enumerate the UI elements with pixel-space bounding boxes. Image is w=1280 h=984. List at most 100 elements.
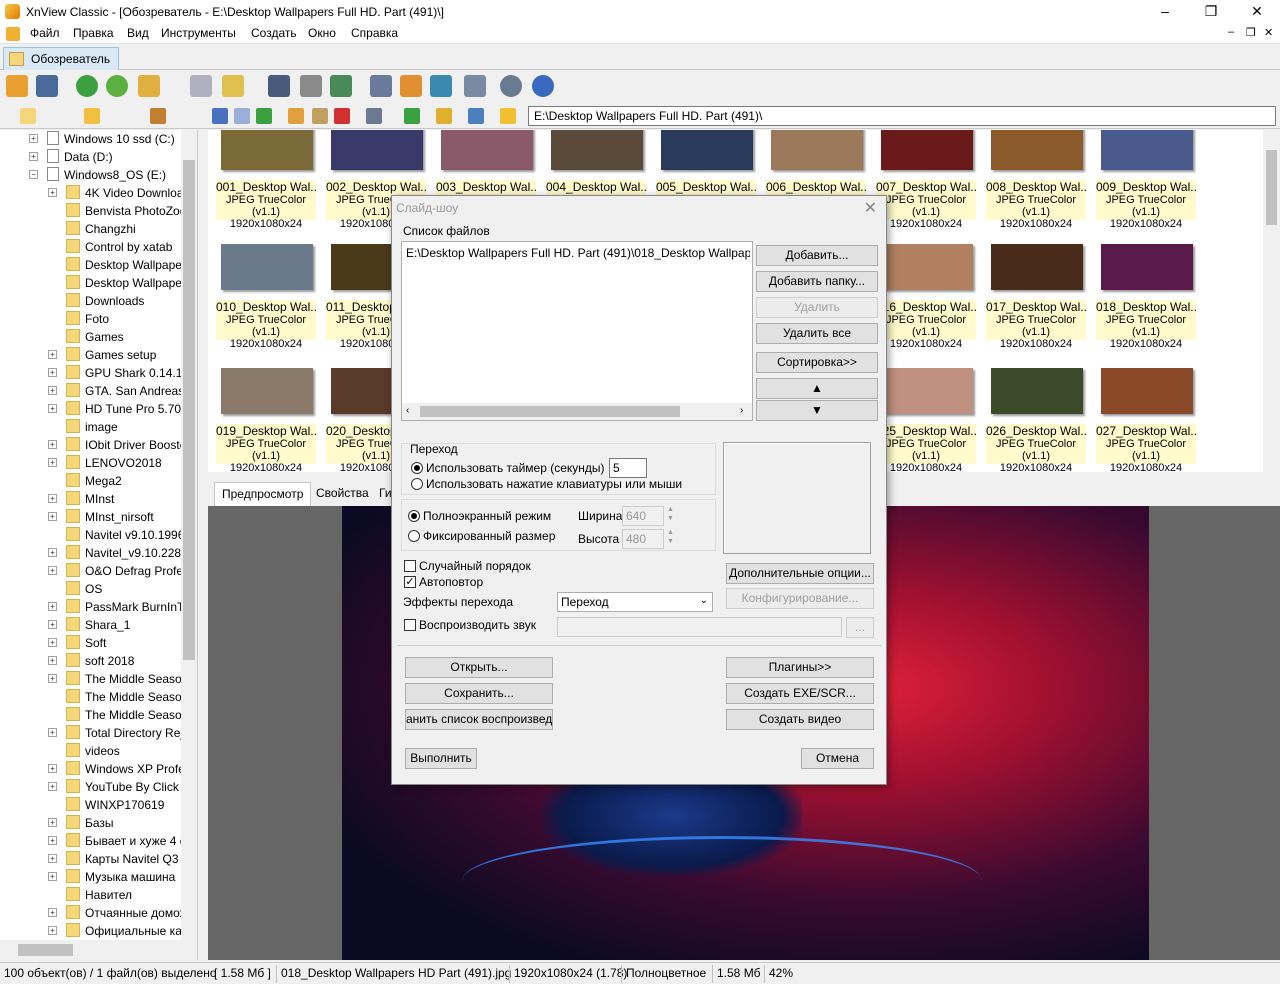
tree-folder-item[interactable]: videos xyxy=(66,742,120,760)
autorepeat-checkbox[interactable]: ✓ xyxy=(404,576,416,588)
tree-folder-item[interactable]: GPU Shark 0.14.1.0 xyxy=(66,364,192,382)
height-spinner[interactable]: ▲ ▼ xyxy=(667,528,674,546)
thumbnail-item[interactable]: 009_Desktop Wal... JPEG TrueColor (v1.1) 1… xyxy=(1096,130,1198,236)
tree-expander[interactable]: + xyxy=(48,404,57,413)
tab-preview[interactable]: Предпросмотр xyxy=(214,482,312,506)
tree-horizontal-scrollbar[interactable] xyxy=(0,940,197,960)
menu-view[interactable]: Вид xyxy=(127,26,149,40)
tree-folder-item[interactable]: Total Directory Rej xyxy=(66,724,183,742)
export-icon[interactable] xyxy=(222,75,244,97)
move-to-icon[interactable] xyxy=(138,75,160,97)
tree-folder-item[interactable]: Mega2 xyxy=(66,472,122,490)
thumbnail-item[interactable]: 027_Desktop Wal... JPEG TrueColor (v1.1) 1… xyxy=(1096,368,1198,472)
menu-window[interactable]: Окно xyxy=(308,26,336,40)
more-options-button[interactable]: Дополнительные опции... xyxy=(726,563,874,584)
tree-drive[interactable]: Windows 10 ssd (C:) xyxy=(47,130,175,148)
delete-icon[interactable] xyxy=(334,108,350,124)
tree-scroll-thumb[interactable] xyxy=(183,160,195,660)
dialog-close-icon[interactable]: ✕ xyxy=(864,198,877,218)
tree-folder-item[interactable]: Навител xyxy=(66,886,132,904)
thumbnail-item[interactable]: 010_Desktop Wal... JPEG TrueColor (v1.1) 1… xyxy=(216,244,318,356)
tree-expander[interactable]: + xyxy=(48,638,57,647)
inner-close-button[interactable]: ✕ xyxy=(1264,26,1273,39)
tree-folder-item[interactable]: The Middle Seaso xyxy=(66,706,182,724)
thumbnail-item[interactable]: 025_Desktop Wal... JPEG TrueColor (v1.1) 1… xyxy=(876,368,978,472)
tree-folder-item[interactable]: Windows XP Profe xyxy=(66,760,185,778)
fullscreen-radio[interactable] xyxy=(408,510,420,522)
tree-expander[interactable]: + xyxy=(48,908,57,917)
tree-expander[interactable]: + xyxy=(48,548,57,557)
menu-file[interactable]: Файл xyxy=(30,26,60,40)
duplicate-icon[interactable] xyxy=(190,75,212,97)
tree-folder-item[interactable]: IObit Driver Booste xyxy=(66,436,186,454)
thumbnail-item[interactable]: 008_Desktop Wal... JPEG TrueColor (v1.1) 1… xyxy=(986,130,1088,236)
use-timer-radio[interactable] xyxy=(411,462,423,474)
tree-expander[interactable]: + xyxy=(48,620,57,629)
tree-expander[interactable]: + xyxy=(48,512,57,521)
tree-expander[interactable]: + xyxy=(29,134,38,143)
move-down-button[interactable]: ▼ xyxy=(756,400,878,421)
tree-folder-item[interactable]: Бывает и хуже 4 с xyxy=(66,832,186,850)
thumbnail-scrollbar[interactable] xyxy=(1263,130,1280,472)
tree-expander[interactable]: + xyxy=(48,350,57,359)
up-folder-icon[interactable] xyxy=(256,108,272,124)
tree-folder-item[interactable]: HD Tune Pro 5.70 xyxy=(66,400,181,418)
tree-folder-item[interactable]: 4K Video Downloa xyxy=(66,184,184,202)
refresh-icon[interactable] xyxy=(76,75,98,97)
tree-folder-item[interactable]: The Middle Seaso xyxy=(66,688,182,706)
random-order-checkbox[interactable] xyxy=(404,560,416,572)
address-bar[interactable]: E:\Desktop Wallpapers Full HD. Part (491… xyxy=(528,106,1276,126)
tree-folder-item[interactable]: LENOVO2018 xyxy=(66,454,162,472)
tree-folder-item[interactable]: Control by xatab xyxy=(66,238,172,256)
tree-folder-item[interactable]: Базы xyxy=(66,814,114,832)
height-input[interactable]: 480 xyxy=(622,529,664,549)
thumbnail-item[interactable]: 017_Desktop Wal... JPEG TrueColor (v1.1) 1… xyxy=(986,244,1088,356)
move-up-button[interactable]: ▲ xyxy=(756,378,878,399)
tree-folder-item[interactable]: Shara_1 xyxy=(66,616,130,634)
maximize-button[interactable]: ❐ xyxy=(1188,0,1234,24)
print-icon[interactable] xyxy=(300,75,322,97)
tree-expander[interactable]: + xyxy=(48,782,57,791)
file-list-hscrollbar[interactable]: ‹ › xyxy=(402,403,752,420)
file-list[interactable]: E:\Desktop Wallpapers Full HD. Part (491… xyxy=(401,241,753,421)
menu-create[interactable]: Создать xyxy=(251,26,297,40)
add-folder-button[interactable]: Добавить папку... xyxy=(756,271,878,292)
capture-icon[interactable] xyxy=(370,75,392,97)
tree-expander[interactable]: + xyxy=(48,854,57,863)
thumbnail-item[interactable]: 001_Desktop Wal... JPEG TrueColor (v1.1) 1… xyxy=(216,130,318,236)
tree-folder-item[interactable]: O&O Defrag Profe xyxy=(66,562,183,580)
create-video-button[interactable]: Создать видео xyxy=(726,709,874,730)
thumbnail-item[interactable]: 007_Desktop Wal... JPEG TrueColor (v1.1) 1… xyxy=(876,130,978,236)
tree-folder-item[interactable]: Downloads xyxy=(66,292,144,310)
web-icon[interactable] xyxy=(430,75,452,97)
tree-folder-item[interactable]: image xyxy=(66,418,118,436)
tree-folder-item[interactable]: soft 2018 xyxy=(66,652,134,670)
tree-folder-item[interactable]: Navitel v9.10.1996 xyxy=(66,526,184,544)
thumbnail-item[interactable]: 026_Desktop Wal... JPEG TrueColor (v1.1) 1… xyxy=(986,368,1088,472)
minimize-button[interactable]: – xyxy=(1142,0,1188,24)
tree-folder-item[interactable]: MInst xyxy=(66,490,114,508)
tree-folder-item[interactable]: Games xyxy=(66,328,124,346)
sound-file-input[interactable] xyxy=(557,617,842,637)
menu-edit[interactable]: Правка xyxy=(73,26,114,40)
favorites-tab-icon[interactable] xyxy=(84,108,100,124)
tree-folder-item[interactable]: Карты Navitel Q3 xyxy=(66,850,179,868)
sort-icon[interactable] xyxy=(404,108,420,124)
open-button[interactable]: Открыть... xyxy=(405,657,553,678)
tree-folder-item[interactable]: Changzhi xyxy=(66,220,136,238)
browse-sound-button[interactable]: ... xyxy=(846,617,874,638)
reload-icon[interactable] xyxy=(106,75,128,97)
fixed-size-radio[interactable] xyxy=(408,530,420,542)
tree-folder-item[interactable]: The Middle Seaso xyxy=(66,670,182,688)
use-keys-radio[interactable] xyxy=(411,478,423,490)
tree-folder-item[interactable]: Games setup xyxy=(66,346,156,364)
tree-folder-item[interactable]: Музыка машина xyxy=(66,868,175,886)
tree-drive[interactable]: Data (D:) xyxy=(47,148,113,166)
tree-expander[interactable]: + xyxy=(48,566,57,575)
inner-restore-button[interactable]: ❐ xyxy=(1246,26,1256,39)
categories-tab-icon[interactable] xyxy=(150,108,166,124)
menu-tools[interactable]: Инструменты xyxy=(161,26,236,40)
tree-expander[interactable]: + xyxy=(48,656,57,665)
scan-icon[interactable] xyxy=(330,75,352,97)
tree-folder-item[interactable]: Soft xyxy=(66,634,106,652)
